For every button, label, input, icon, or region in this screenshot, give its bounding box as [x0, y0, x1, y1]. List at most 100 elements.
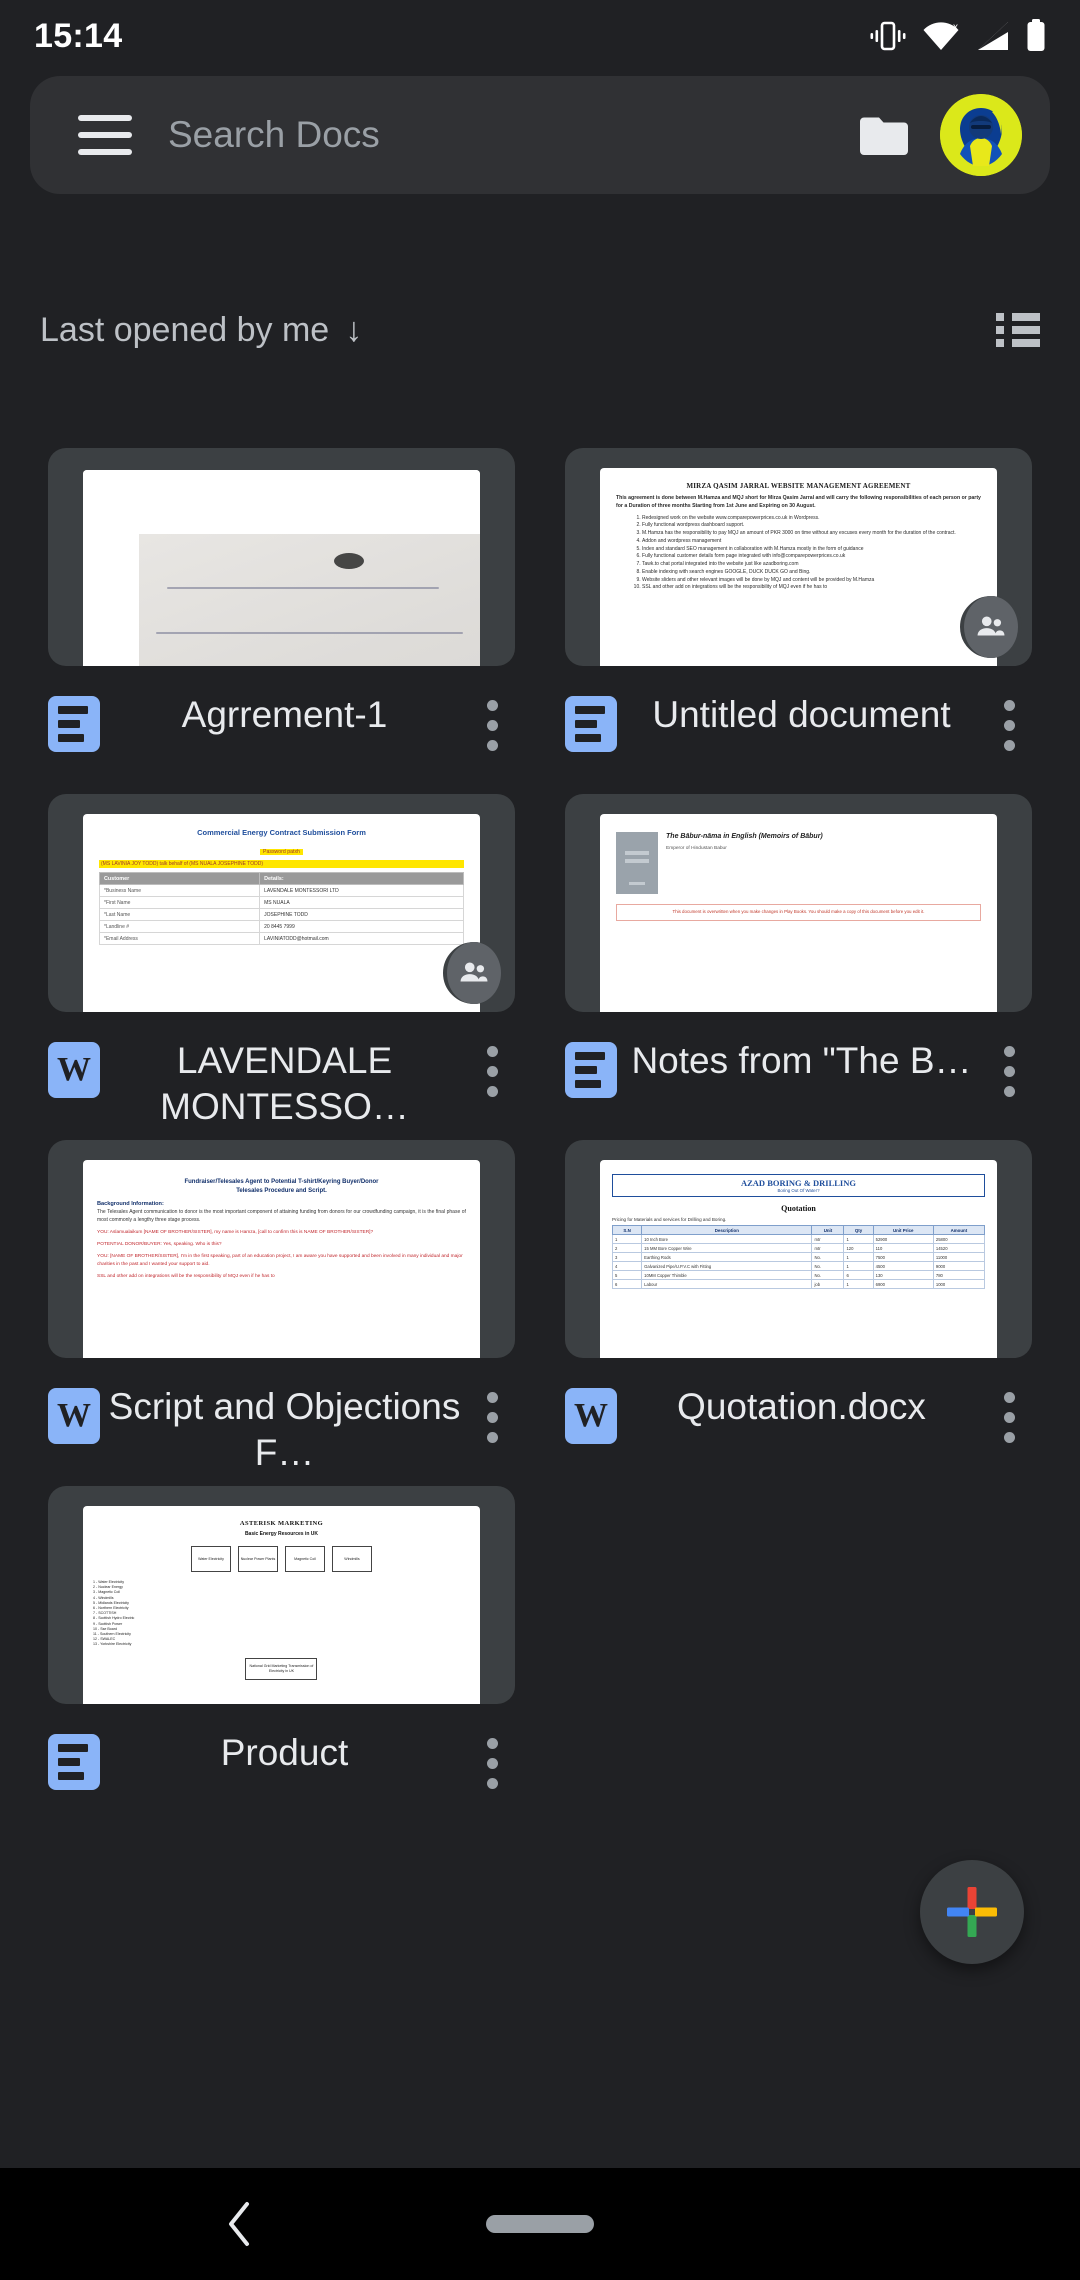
thumb-list-item: Index and standard SEO management in col…	[642, 546, 981, 554]
thumb-list-item: M.Hamza has the responsibility to pay MQ…	[642, 530, 981, 538]
document-card-footer: Agrrement-1	[48, 666, 515, 786]
create-new-document-fab[interactable]	[920, 1860, 1024, 1964]
thumb-company: AZAD BORING & DRILLING	[740, 1178, 856, 1188]
table-row: 4 Galvanized Pipe/U.P.V.C with Fitting N…	[612, 1261, 985, 1271]
document-card[interactable]: Commercial Energy Contract Submission Fo…	[48, 794, 515, 1132]
document-thumbnail[interactable]: MIRZA QASIM JARRAL WEBSITE MANAGEMENT AG…	[565, 448, 1032, 666]
sort-control[interactable]: Last opened by me ↓	[40, 311, 362, 350]
app-screen: 15:14 x Search Docs Last opened by me ↓ …	[0, 0, 1080, 2280]
thumb-heading: The Bābur-nāma in English (Memoirs of Bā…	[666, 833, 823, 840]
document-card-footer: Notes from "The B…	[565, 1012, 1032, 1132]
thumb-script-line: POTENTIAL DONOR/BUYER: Yes, speaking. Wh…	[97, 1242, 222, 1248]
table-row: *First Name MS NUALA	[99, 896, 464, 909]
flow-box: National Grid Marketing Transmission of …	[245, 1657, 318, 1680]
flowchart-row: Water Electricity Nuclear Power Plants M…	[93, 1546, 470, 1572]
thumb-subheading: Basic Energy Resources in UK	[244, 1531, 319, 1537]
people-icon	[460, 962, 488, 982]
account-avatar[interactable]	[940, 94, 1022, 176]
thumb-heading: Commercial Energy Contract Submission Fo…	[197, 828, 366, 837]
thumb-list-item: Fully functional wordpress dashboard sup…	[642, 522, 981, 530]
table-row: 1 10 Inch Bore mtr 1 52900 25800	[612, 1234, 985, 1244]
wifi-icon: x	[923, 22, 959, 50]
people-icon	[977, 616, 1005, 636]
document-overflow-menu-icon[interactable]	[986, 1038, 1032, 1097]
document-card[interactable]: Agrrement-1	[48, 448, 515, 786]
google-docs-icon	[565, 696, 617, 752]
thumb-highlight: (MS LAVINIA JOY TODD) talk behalf of (MS…	[99, 860, 464, 868]
document-thumbnail[interactable]: AZAD BORING & DRILLING Boring Out Of Wat…	[565, 1140, 1032, 1358]
document-thumbnail[interactable]	[48, 448, 515, 666]
flow-list: 1 - Water Electricity 2 - Nuclear Energy…	[93, 1580, 135, 1647]
document-overflow-menu-icon[interactable]	[469, 692, 515, 751]
flow-box: Magnetic Coil	[284, 1546, 325, 1572]
thumb-heading-2: Telesales Procedure and Script.	[236, 1188, 327, 1194]
document-title: Untitled document	[652, 694, 951, 735]
word-doc-icon: W	[48, 1388, 100, 1444]
thumb-script-line: YOU: Aslamualaikum [NAME OF BROTHER/SIST…	[97, 1230, 374, 1235]
document-card[interactable]: The Bābur-nāma in English (Memoirs of Bā…	[565, 794, 1032, 1132]
thumb-table: S.N Description Unit Qty Unit Price Amou…	[612, 1225, 985, 1289]
document-title: LAVENDALE MONTESSO…	[160, 1040, 409, 1128]
shared-badge	[443, 942, 505, 1004]
google-docs-icon	[565, 1042, 617, 1098]
document-title: Script and Objections F…	[108, 1386, 461, 1474]
document-card-footer: Product	[48, 1704, 515, 1824]
thumb-list-item: Website sliders and other relevant image…	[642, 577, 981, 585]
document-card[interactable]: Fundraiser/Telesales Agent to Potential …	[48, 1140, 515, 1478]
status-bar: 15:14 x	[0, 0, 1080, 72]
sort-row: Last opened by me ↓	[0, 290, 1080, 370]
document-overflow-menu-icon[interactable]	[986, 1384, 1032, 1443]
document-card[interactable]: AZAD BORING & DRILLING Boring Out Of Wat…	[565, 1140, 1032, 1478]
document-thumbnail[interactable]: Fundraiser/Telesales Agent to Potential …	[48, 1140, 515, 1358]
table-header: Customer	[99, 872, 261, 885]
thumb-list-item: Tawk.to chat portal integrated into the …	[642, 561, 981, 569]
document-overflow-menu-icon[interactable]	[469, 1730, 515, 1789]
handwriting-scan-preview	[83, 470, 480, 666]
document-thumbnail[interactable]: The Bābur-nāma in English (Memoirs of Bā…	[565, 794, 1032, 1012]
document-title: Notes from "The B…	[631, 1040, 972, 1081]
shared-badge	[960, 596, 1022, 658]
home-gesture-pill[interactable]	[486, 2215, 594, 2233]
thumb-letterhead: AZAD BORING & DRILLING Boring Out Of Wat…	[612, 1174, 985, 1197]
google-docs-icon	[48, 696, 100, 752]
document-card-footer: W LAVENDALE MONTESSO…	[48, 1012, 515, 1132]
thumb-heading: Quotation	[781, 1204, 816, 1213]
back-chevron-icon[interactable]	[222, 2198, 258, 2250]
sort-direction-arrow-icon: ↓	[345, 311, 363, 349]
list-view-icon[interactable]	[996, 313, 1040, 347]
thumb-subtext: Pricing for Materials and services for D…	[612, 1217, 727, 1222]
folder-icon[interactable]	[854, 105, 914, 165]
document-thumbnail[interactable]: Commercial Energy Contract Submission Fo…	[48, 794, 515, 1012]
word-doc-icon: W	[48, 1042, 100, 1098]
document-card-footer: W Quotation.docx	[565, 1358, 1032, 1478]
thumb-intro: This agreement is done between M.Hamza a…	[616, 495, 981, 509]
thumb-table: Customer Details: *Business Name LAVENDA…	[99, 872, 464, 945]
thumb-list-item: Addon and wordpress management	[642, 538, 981, 546]
thumb-highlight: Password patxh	[260, 849, 303, 855]
documents-grid: Agrrement-1 MIRZA QASIM JARRAL WEBSITE M…	[0, 448, 1080, 1832]
table-row: *Business Name LAVENDALE MONTESSORI LTD	[99, 884, 464, 897]
flow-box: Windmills	[331, 1546, 372, 1572]
document-overflow-menu-icon[interactable]	[986, 692, 1032, 751]
signal-icon	[978, 22, 1008, 50]
book-cover-image	[616, 832, 659, 894]
document-overflow-menu-icon[interactable]	[469, 1384, 515, 1443]
sort-label: Last opened by me	[40, 310, 330, 349]
thumb-heading: MIRZA QASIM JARRAL WEBSITE MANAGEMENT AG…	[686, 482, 911, 490]
svg-text:x: x	[953, 22, 958, 33]
search-input[interactable]	[168, 114, 854, 156]
table-row: 6 Labour job 1 6900 1000	[612, 1279, 985, 1289]
document-card-footer: Untitled document	[565, 666, 1032, 786]
hamburger-menu-icon[interactable]	[78, 115, 132, 155]
table-row: 5 10MM Copper Thimble No. 6 130 780	[612, 1270, 985, 1280]
search-bar[interactable]	[30, 76, 1050, 194]
document-overflow-menu-icon[interactable]	[469, 1038, 515, 1097]
document-thumbnail[interactable]: ASTERISK MARKETING Basic Energy Resource…	[48, 1486, 515, 1704]
document-card[interactable]: ASTERISK MARKETING Basic Energy Resource…	[48, 1486, 515, 1824]
thumb-subheading: Emperor of Hindustan Babur	[666, 846, 727, 852]
status-icons: x	[870, 19, 1046, 53]
thumb-heading: ASTERISK MARKETING	[239, 1520, 324, 1527]
scroll-fade	[0, 2128, 1080, 2168]
table-row: 3 Earthing Rods No. 1 7500 11000	[612, 1252, 985, 1262]
document-card[interactable]: MIRZA QASIM JARRAL WEBSITE MANAGEMENT AG…	[565, 448, 1032, 786]
